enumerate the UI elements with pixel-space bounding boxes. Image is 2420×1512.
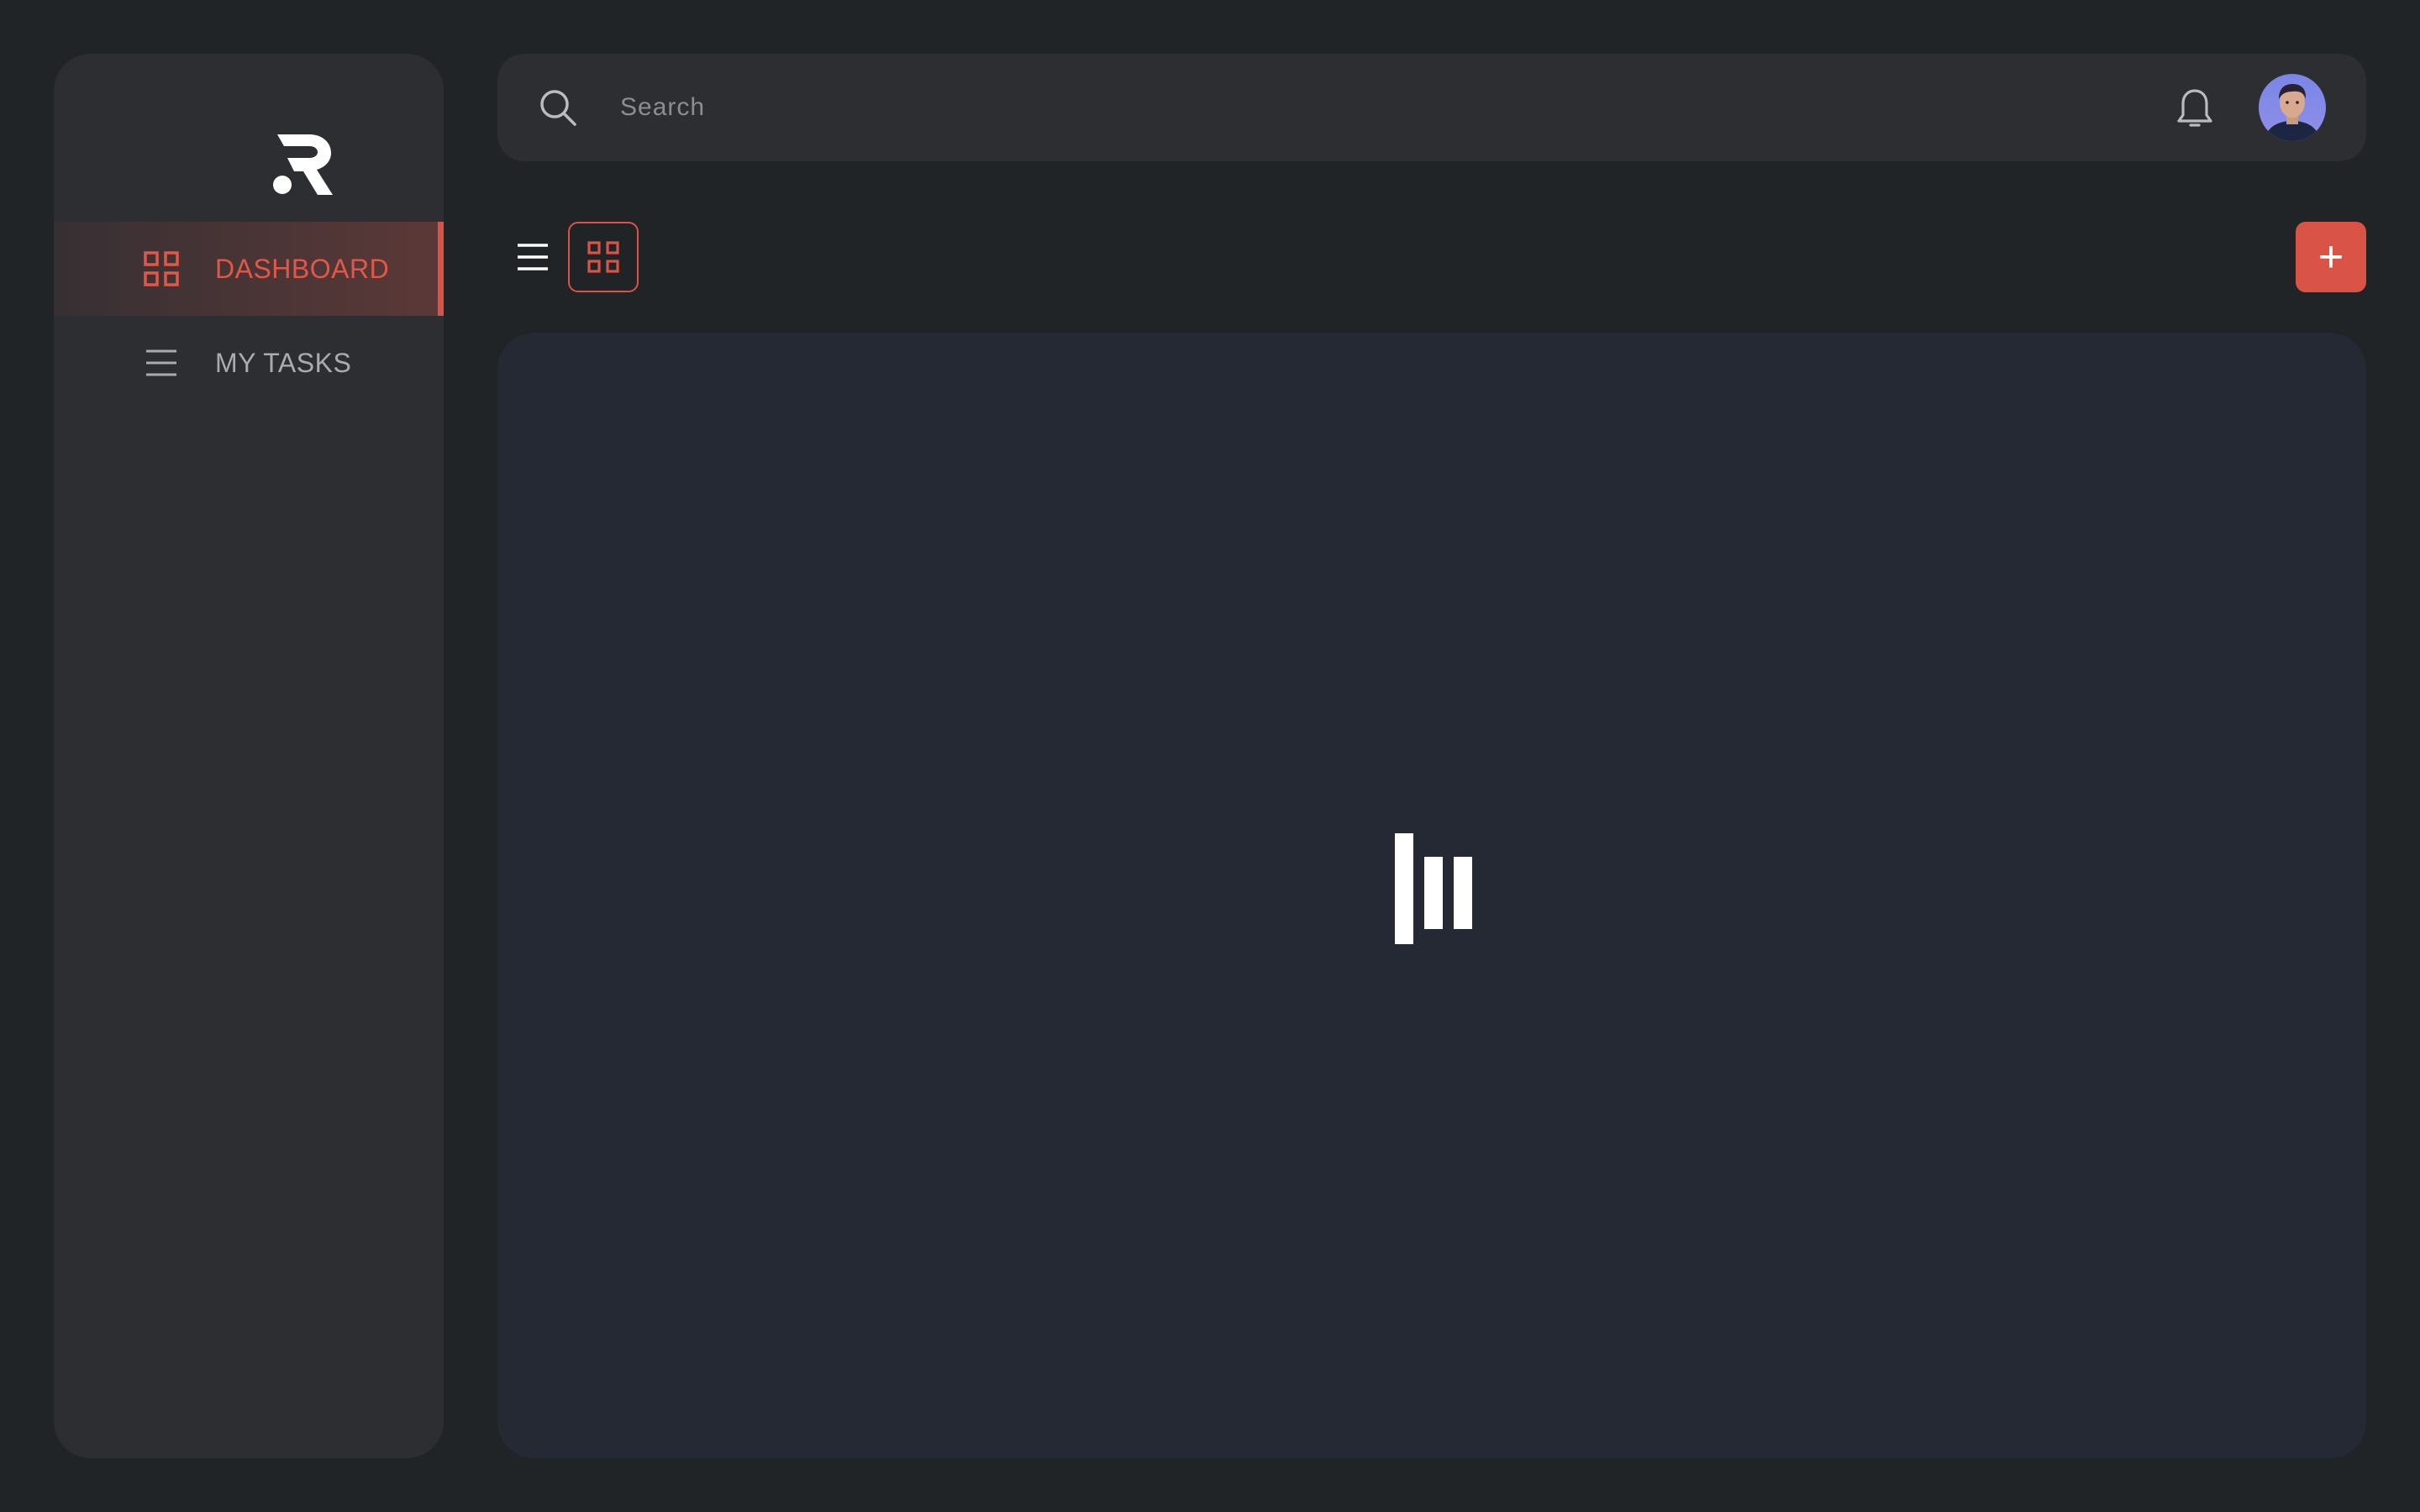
sidebar-item-label: MY TASKS	[215, 347, 352, 378]
top-bar	[497, 54, 2366, 161]
grid-icon	[144, 251, 179, 286]
sidebar: DASHBOARD MY TASKS	[54, 54, 444, 1458]
add-button[interactable]: +	[2296, 222, 2366, 292]
search-input[interactable]	[618, 81, 1963, 134]
avatar[interactable]	[2259, 74, 2326, 141]
grid-view-button[interactable]	[568, 222, 639, 292]
loading-spinner-icon	[1395, 833, 1472, 944]
list-icon	[518, 244, 548, 270]
list-view-button[interactable]	[508, 222, 558, 292]
logo-icon[interactable]	[269, 134, 336, 195]
bell-icon[interactable]	[2175, 87, 2215, 129]
sidebar-item-label: DASHBOARD	[215, 253, 390, 284]
list-icon	[146, 349, 176, 376]
search-icon[interactable]	[538, 87, 578, 128]
sidebar-item-dashboard[interactable]: DASHBOARD	[54, 222, 444, 316]
content-panel	[497, 333, 2366, 1458]
avatar-image	[2259, 74, 2326, 141]
sidebar-item-my-tasks[interactable]: MY TASKS	[54, 316, 444, 410]
grid-icon	[587, 241, 619, 273]
